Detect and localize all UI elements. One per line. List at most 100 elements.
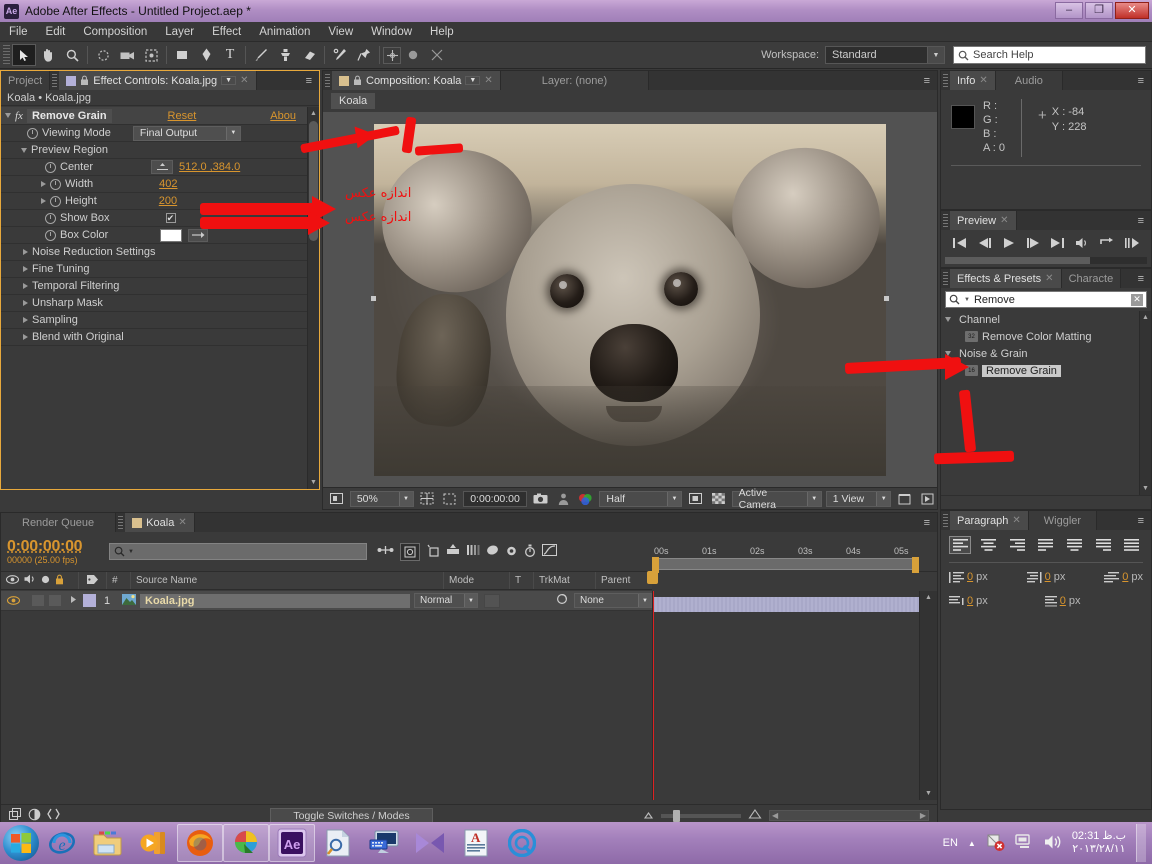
effect-item-remove-color-matting[interactable]: 32 Remove Color Matting [941,328,1139,345]
stopwatch-icon[interactable] [45,229,56,241]
selection-tool-icon[interactable] [12,44,36,66]
scroll-up-icon[interactable]: ▲ [1140,311,1151,324]
disclosure-triangle-icon[interactable] [23,249,28,255]
property-group-unsharp-mask[interactable]: Unsharp Mask [1,295,307,312]
maximize-button[interactable]: ❐ [1085,2,1113,19]
hide-shy-layers-icon[interactable] [426,544,440,560]
wordpad-icon[interactable]: A [453,824,499,862]
video-eye-icon[interactable] [5,574,20,587]
justify-last-left-icon[interactable] [1035,536,1057,554]
slider-knob[interactable] [673,809,680,822]
resolution-select[interactable]: Half ▼ [599,490,682,507]
puppet-pin-tool-icon[interactable] [352,44,376,66]
lock-icon[interactable] [55,574,64,588]
menu-window[interactable]: Window [362,24,421,40]
close-icon[interactable]: ✕ [1000,215,1008,226]
anchor-point-tool-icon[interactable] [383,46,401,64]
layer-video-toggle[interactable] [1,596,25,605]
tab-render-queue[interactable]: Render Queue [1,513,117,532]
scroll-right-icon[interactable]: ▶ [920,811,926,820]
disclosure-triangle-icon[interactable] [23,283,28,289]
after-effects-icon[interactable]: Ae [269,824,315,862]
composition-panel-menu[interactable]: ≡ [917,71,937,90]
fast-previews-icon[interactable] [918,490,937,507]
disclosure-triangle-icon[interactable] [21,147,27,153]
table-row[interactable]: 1 Koala.jpg Normal ▼ None ▼ [1,591,652,611]
stopwatch-timer-icon[interactable] [524,544,536,560]
width-value[interactable]: 402 [159,178,177,190]
stopwatch-icon[interactable] [45,212,56,224]
tab-effect-controls[interactable]: Effect Controls: Koala.jpg ▼ ✕ [59,71,257,90]
layer-preserve-transparency-toggle[interactable] [484,593,500,608]
stopwatch-icon[interactable] [50,195,61,207]
disclosure-triangle-icon[interactable] [41,198,46,204]
snapping-tool-icon[interactable] [425,44,449,66]
layer-solo-toggle[interactable] [48,594,62,607]
zoom-tool-icon[interactable] [60,44,84,66]
layer-duration-bar[interactable] [653,597,919,612]
indent-first-line-field[interactable]: 0 px [1104,571,1143,583]
views-select[interactable]: 1 View ▼ [825,490,892,507]
preview-scrollbar[interactable] [945,257,1147,264]
solo-icon[interactable] [41,575,50,587]
zoom-out-icon[interactable] [643,810,654,822]
scroll-down-icon[interactable]: ▼ [1140,482,1151,495]
quicktime-icon[interactable] [499,824,545,862]
tab-grip[interactable] [118,516,124,529]
effects-presets-panel-menu[interactable]: ≡ [1131,269,1151,288]
menu-animation[interactable]: Animation [250,24,319,40]
draft-3d-icon[interactable] [400,542,420,561]
start-orb-icon[interactable] [3,825,39,861]
ram-preview-icon[interactable] [1124,237,1140,252]
layer-parent-select[interactable]: None ▼ [574,593,652,608]
camera-tool-icon[interactable] [115,44,139,66]
chevron-down-icon[interactable]: ▼ [128,549,134,555]
transparency-grid-icon[interactable] [709,490,728,507]
close-icon[interactable]: ✕ [979,75,987,86]
pen-tool-icon[interactable] [194,44,218,66]
audio-icon[interactable] [1075,237,1089,252]
cti-head-wrap[interactable] [647,571,660,592]
disclosure-triangle-icon[interactable] [5,113,11,118]
scroll-up-icon[interactable]: ▲ [920,591,937,604]
koala-image[interactable] [367,123,893,476]
tab-composition[interactable]: Composition: Koala ▼ ✕ [332,71,501,90]
effects-search-input[interactable]: ▼ Remove ✕ [945,291,1147,308]
close-icon[interactable]: ✕ [178,517,186,528]
current-time-display[interactable]: 0:00:00:00 [463,490,527,507]
category-channel[interactable]: Channel [941,311,1139,328]
scroll-down-icon[interactable]: ▼ [308,476,319,489]
show-hidden-icons-icon[interactable]: ▲ [968,839,976,848]
center-value[interactable]: 512.0 ,384.0 [179,161,240,173]
align-right-icon[interactable] [1006,536,1028,554]
region-interest-toggle-icon[interactable] [686,490,705,507]
point-picker-icon[interactable] [151,160,174,174]
rotation-tool-icon[interactable] [91,44,115,66]
minimize-button[interactable]: – [1055,2,1083,19]
composition-viewer[interactable] [323,112,937,487]
eyedropper-icon[interactable] [188,228,209,242]
chevron-down-icon[interactable]: ▼ [465,76,481,85]
layer-handle-right[interactable] [884,295,889,301]
menu-layer[interactable]: Layer [156,24,203,40]
volume-icon[interactable] [1044,834,1062,853]
timeline-search-input[interactable]: ▼ [109,543,367,560]
camera-select[interactable]: Active Camera ▼ [731,487,822,511]
last-frame-icon[interactable] [1050,237,1065,252]
layer-disclosure-triangle-icon[interactable] [70,595,77,607]
show-snapshot-icon[interactable] [554,490,573,507]
tab-grip[interactable] [325,74,330,87]
box-color-swatch[interactable] [160,228,183,242]
close-icon[interactable]: ✕ [1012,515,1020,526]
toolbar-grip[interactable] [3,45,10,65]
region-of-interest-icon[interactable] [440,490,459,507]
expand-collapse-icon[interactable] [47,808,60,823]
disclosure-triangle-icon[interactable] [23,300,28,306]
mask-feather-tool-icon[interactable] [401,44,425,66]
justify-all-icon[interactable] [1121,536,1143,554]
file-explorer-icon[interactable] [85,824,131,862]
layer-label-color[interactable] [83,594,96,607]
pixel-aspect-correction-icon[interactable] [895,490,914,507]
show-desktop-button[interactable] [1136,824,1146,862]
roto-brush-tool-icon[interactable] [328,44,352,66]
